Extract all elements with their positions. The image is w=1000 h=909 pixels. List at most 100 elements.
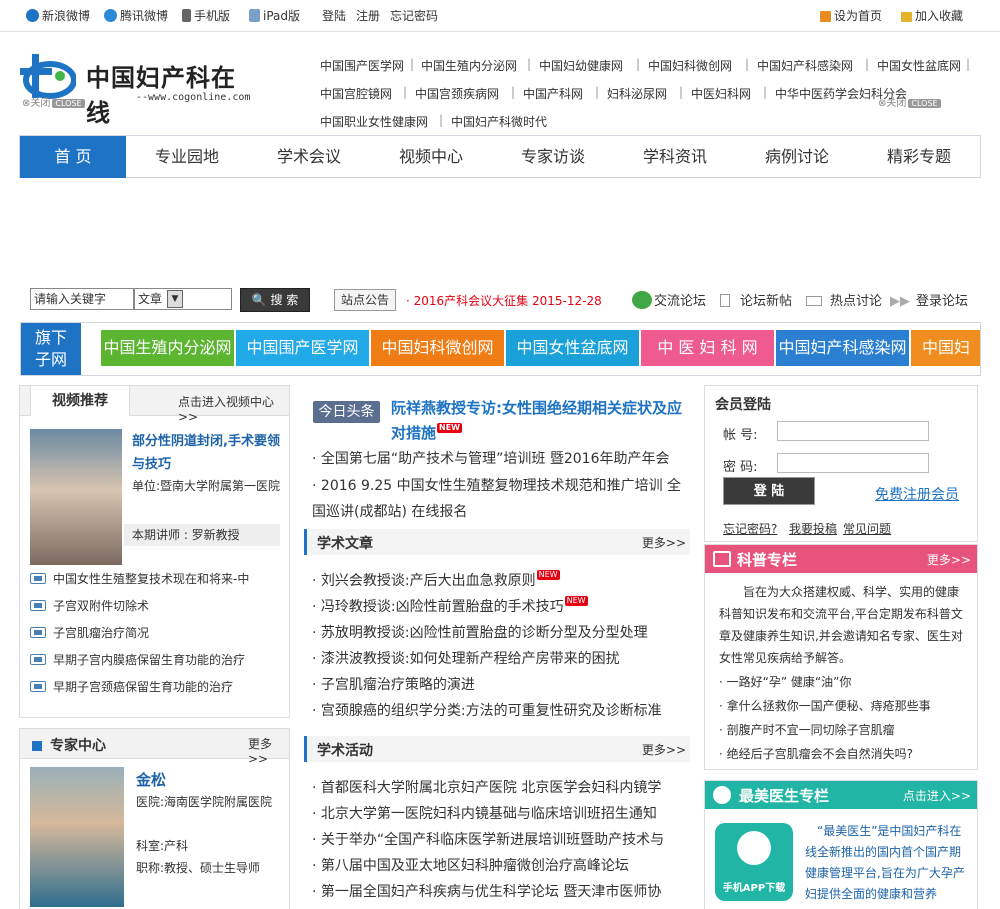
headline-title[interactable]: 阮祥燕教授专访:女性围绝经期相关症状及应对措施 NEW [391, 396, 686, 446]
science-item[interactable]: · 一路好“孕” 健康“油”你 [719, 673, 851, 690]
video-list-item[interactable]: 中国女性生殖整复技术现在和将来-中 [30, 570, 249, 587]
link-separator: | [679, 85, 684, 99]
activity-item[interactable]: · 北京大学第一医院妇科内镜基础与临床培训班招生通知 [312, 803, 657, 823]
site-link-5[interactable]: 中国女性盆底网 [877, 57, 961, 74]
search-button[interactable]: 🔍 搜 索 [240, 288, 310, 312]
nav-item-6[interactable]: 病例讨论 [736, 136, 858, 178]
headline-item[interactable]: · 全国第七届“助产技术与管理”培训班 暨2016年助产年会 [312, 446, 684, 472]
hot-topics-link[interactable]: 热点讨论 [806, 290, 882, 309]
sub-site-tile-1[interactable]: 中国围产医学网 [236, 330, 369, 366]
set-home-link[interactable]: 设为首页 [820, 7, 882, 24]
science-item-text: 拿什么拯救你一国产便秘、痔疮那些事 [726, 699, 931, 713]
login-button[interactable]: 登 陆 [723, 477, 815, 505]
science-item[interactable]: · 绝经后子宫肌瘤会不会自然消失吗? [719, 745, 913, 762]
sub-site-tile-5[interactable]: 中国妇产科感染网 [776, 330, 909, 366]
double-arrow-icon: >> [665, 536, 686, 550]
activity-item[interactable]: · 关于举办“全国产科临床医学新进展培训班暨助产技术与 [312, 829, 664, 849]
sub-site-tile-2[interactable]: 中国妇科微创网 [371, 330, 504, 366]
forgot-link[interactable]: 忘记密码? [723, 520, 777, 537]
forum-new-link[interactable]: 论坛新帖 [720, 290, 792, 309]
articles-more-link[interactable]: 更多>> [642, 534, 686, 551]
search-type-select[interactable]: 文章 ▼ [134, 288, 232, 310]
activity-item-text: 第一届全国妇产科疾病与优生科学论坛 暨天津市医师协 [320, 884, 662, 900]
notice-link[interactable]: · 2016产科会议大征集 2015-12-28 [406, 292, 602, 309]
account-input[interactable] [777, 421, 929, 441]
site-link-12[interactable]: 中国职业女性健康网 [320, 113, 428, 130]
video-center-link[interactable]: 点击进入视频中心>> [178, 393, 289, 424]
activities-more-link[interactable]: 更多>> [642, 741, 686, 758]
article-item[interactable]: · 刘兴会教授谈:产后大出血急救原则 NEW [312, 570, 560, 590]
nav-item-4[interactable]: 专家访谈 [492, 136, 614, 178]
submit-post-link[interactable]: 我要投稿 [789, 520, 837, 537]
science-item-text: 绝经后子宫肌瘤会不会自然消失吗? [726, 747, 914, 761]
forum-link[interactable]: 交流论坛 [632, 290, 706, 309]
site-link-11[interactable]: 中华中医药学会妇科分会 [775, 85, 907, 102]
video-headline[interactable]: 部分性阴道封闭,手术要领与技巧 [132, 430, 282, 476]
free-register-link[interactable]: 免费注册会员 [875, 484, 959, 504]
headline-item[interactable]: · 2016 9.25 中国女性生殖整复物理技术规范和推广培训 全国巡讲(成都站… [312, 473, 684, 525]
nav-item-7[interactable]: 精彩专题 [858, 136, 980, 178]
expert-more-link[interactable]: 更多>> [248, 735, 289, 766]
video-item-text: 子宫肌瘤治疗简况 [53, 626, 150, 640]
video-icon [30, 681, 46, 692]
nav-item-0[interactable]: 首 页 [20, 136, 126, 178]
video-tab-title[interactable]: 视频推荐 [30, 385, 130, 416]
article-item[interactable]: · 宫颈腺癌的组织学分类:方法的可重复性研究及诊断标准 [312, 700, 662, 720]
science-item[interactable]: · 剖腹产时不宜一同切除子宫肌瘤 [719, 721, 895, 738]
site-link-2[interactable]: 中国妇幼健康网 [539, 57, 623, 74]
site-link-4[interactable]: 中国妇产科感染网 [757, 57, 853, 74]
article-item[interactable]: · 漆洪波教授谈:如何处理新产程给产房带来的困扰 [312, 648, 620, 668]
app-download-button[interactable]: 手机APP下载 [715, 823, 793, 901]
doctor-more-link[interactable]: 点击进入>> [903, 787, 971, 804]
nav-item-1[interactable]: 专业园地 [126, 136, 248, 178]
forum-login-link[interactable]: ▶▶ 登录论坛 [890, 290, 968, 309]
chat-icon [632, 291, 652, 309]
site-link-8[interactable]: 中国产科网 [523, 85, 583, 102]
sub-site-tile-4[interactable]: 中 医 妇 科 网 [641, 330, 774, 366]
faq-link[interactable]: 常见问题 [843, 520, 891, 537]
activity-item[interactable]: · 首都医科大学附属北京妇产医院 北京医学会妇科内镜学 [312, 777, 661, 797]
science-item[interactable]: · 拿什么拯救你一国产便秘、痔疮那些事 [719, 697, 931, 714]
activity-item[interactable]: · 第八届中国及亚太地区妇科肿瘤微创治疗高峰论坛 [312, 855, 629, 875]
site-link-1[interactable]: 中国生殖内分泌网 [421, 57, 517, 74]
ipad-link[interactable]: iPad版 [249, 7, 300, 24]
sub-site-tile-6[interactable]: 中国妇 [911, 330, 980, 366]
site-link-7[interactable]: 中国宫颈疾病网 [415, 85, 499, 102]
article-item[interactable]: · 冯玲教授谈:凶险性前置胎盘的手术技巧 NEW [312, 596, 588, 616]
tencent-weibo-link[interactable]: 腾讯微博 [104, 7, 168, 24]
site-link-9[interactable]: 妇科泌尿网 [607, 85, 667, 102]
add-favorite-link[interactable]: 加入收藏 [901, 7, 963, 24]
sub-site-tile-3[interactable]: 中国女性盆底网 [506, 330, 639, 366]
register-link[interactable]: 注册 [356, 7, 380, 24]
site-link-10[interactable]: 中医妇科网 [691, 85, 751, 102]
site-link-0[interactable]: 中国围产医学网 [320, 57, 404, 74]
article-item[interactable]: · 子宫肌瘤治疗策略的演进 [312, 674, 475, 694]
password-input[interactable] [777, 453, 929, 473]
search-input[interactable]: 请输入关键字 [30, 288, 134, 310]
video-icon [30, 573, 46, 584]
video-list-item[interactable]: 子宫肌瘤治疗简况 [30, 624, 149, 641]
site-link-6[interactable]: 中国宫腔镜网 [320, 85, 392, 102]
login-link[interactable]: 登陆 [322, 7, 346, 24]
video-list-item[interactable]: 早期子宫颈癌保留生育功能的治疗 [30, 678, 233, 695]
nav-item-5[interactable]: 学科资讯 [614, 136, 736, 178]
science-more-link[interactable]: 更多>> [927, 551, 971, 568]
mobile-link[interactable]: 手机版 [182, 7, 230, 24]
expert-name[interactable]: 金松 [136, 769, 166, 790]
close-left-button[interactable]: ⊗关闭 CLOSE [22, 94, 85, 109]
site-link-13[interactable]: 中国妇产科微时代 [451, 113, 547, 130]
article-item[interactable]: · 苏放明教授谈:凶险性前置胎盘的诊断分型及分型处理 [312, 622, 648, 642]
video-list-item[interactable]: 子宫双附件切除术 [30, 597, 149, 614]
site-link-3[interactable]: 中国妇科微创网 [648, 57, 732, 74]
password-label: 密 码: [723, 460, 758, 475]
sina-weibo-link[interactable]: 新浪微博 [26, 7, 90, 24]
activity-item-text: 首都医科大学附属北京妇产医院 北京医学会妇科内镜学 [320, 780, 662, 796]
sub-site-tile-0[interactable]: 中国生殖内分泌网 [101, 330, 234, 366]
video-icon [30, 627, 46, 638]
nav-item-3[interactable]: 视频中心 [370, 136, 492, 178]
activity-item[interactable]: · 第一届全国妇产科疾病与优生科学论坛 暨天津市医师协 [312, 881, 661, 901]
link-separator: | [966, 57, 971, 71]
forgot-password-link[interactable]: 忘记密码 [390, 7, 438, 24]
video-list-item[interactable]: 早期子宫内膜癌保留生育功能的治疗 [30, 651, 245, 668]
nav-item-2[interactable]: 学术会议 [248, 136, 370, 178]
